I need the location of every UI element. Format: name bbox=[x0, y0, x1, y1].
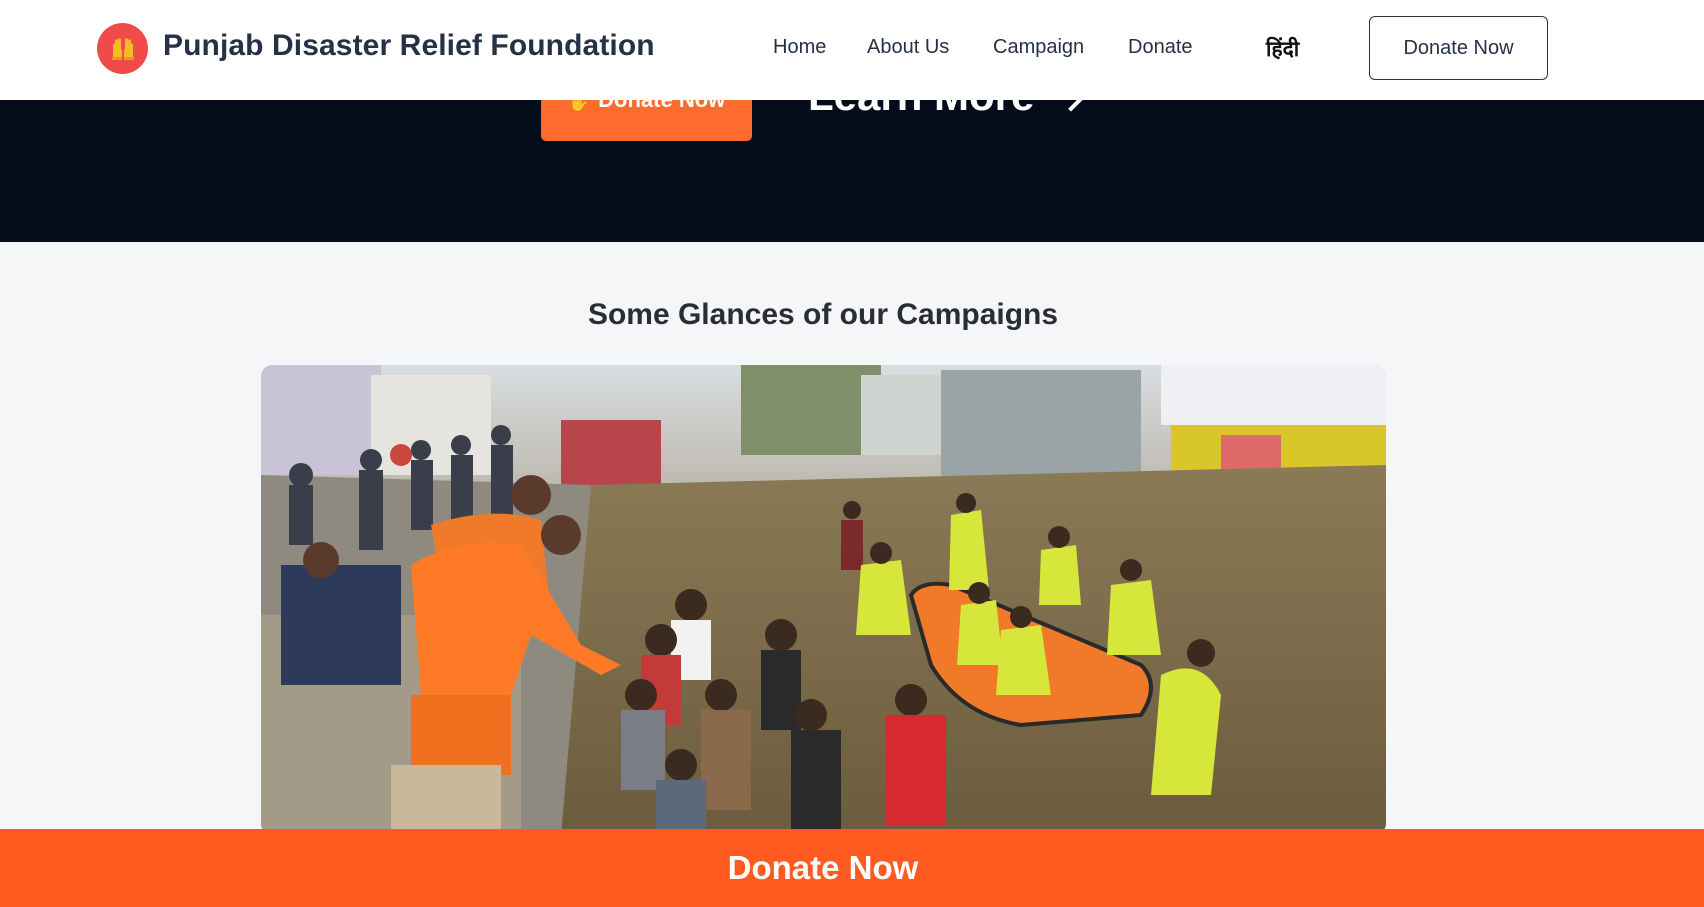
nav-campaign[interactable]: Campaign bbox=[993, 36, 1084, 59]
logo[interactable] bbox=[97, 23, 148, 74]
flood-rescue-photo bbox=[261, 365, 1386, 835]
nav-donate[interactable]: Donate bbox=[1128, 36, 1193, 59]
page: ✋ Donate Now Learn More Punjab Disaster … bbox=[0, 0, 1704, 907]
nav-home[interactable]: Home bbox=[773, 36, 826, 59]
brand-name[interactable]: Punjab Disaster Relief Foundation bbox=[163, 29, 655, 63]
header-donate-button[interactable]: Donate Now bbox=[1369, 16, 1548, 80]
site-header: Punjab Disaster Relief Foundation Home A… bbox=[0, 0, 1704, 100]
language-toggle[interactable]: हिंदी bbox=[1266, 35, 1299, 63]
praying-hands-icon bbox=[111, 37, 134, 60]
flood-rescue-illustration bbox=[261, 365, 1386, 835]
gallery-title: Some Glances of our Campaigns bbox=[587, 298, 1059, 331]
nav-about-us[interactable]: About Us bbox=[867, 36, 949, 59]
sticky-donate-button[interactable]: Donate Now bbox=[0, 829, 1704, 907]
